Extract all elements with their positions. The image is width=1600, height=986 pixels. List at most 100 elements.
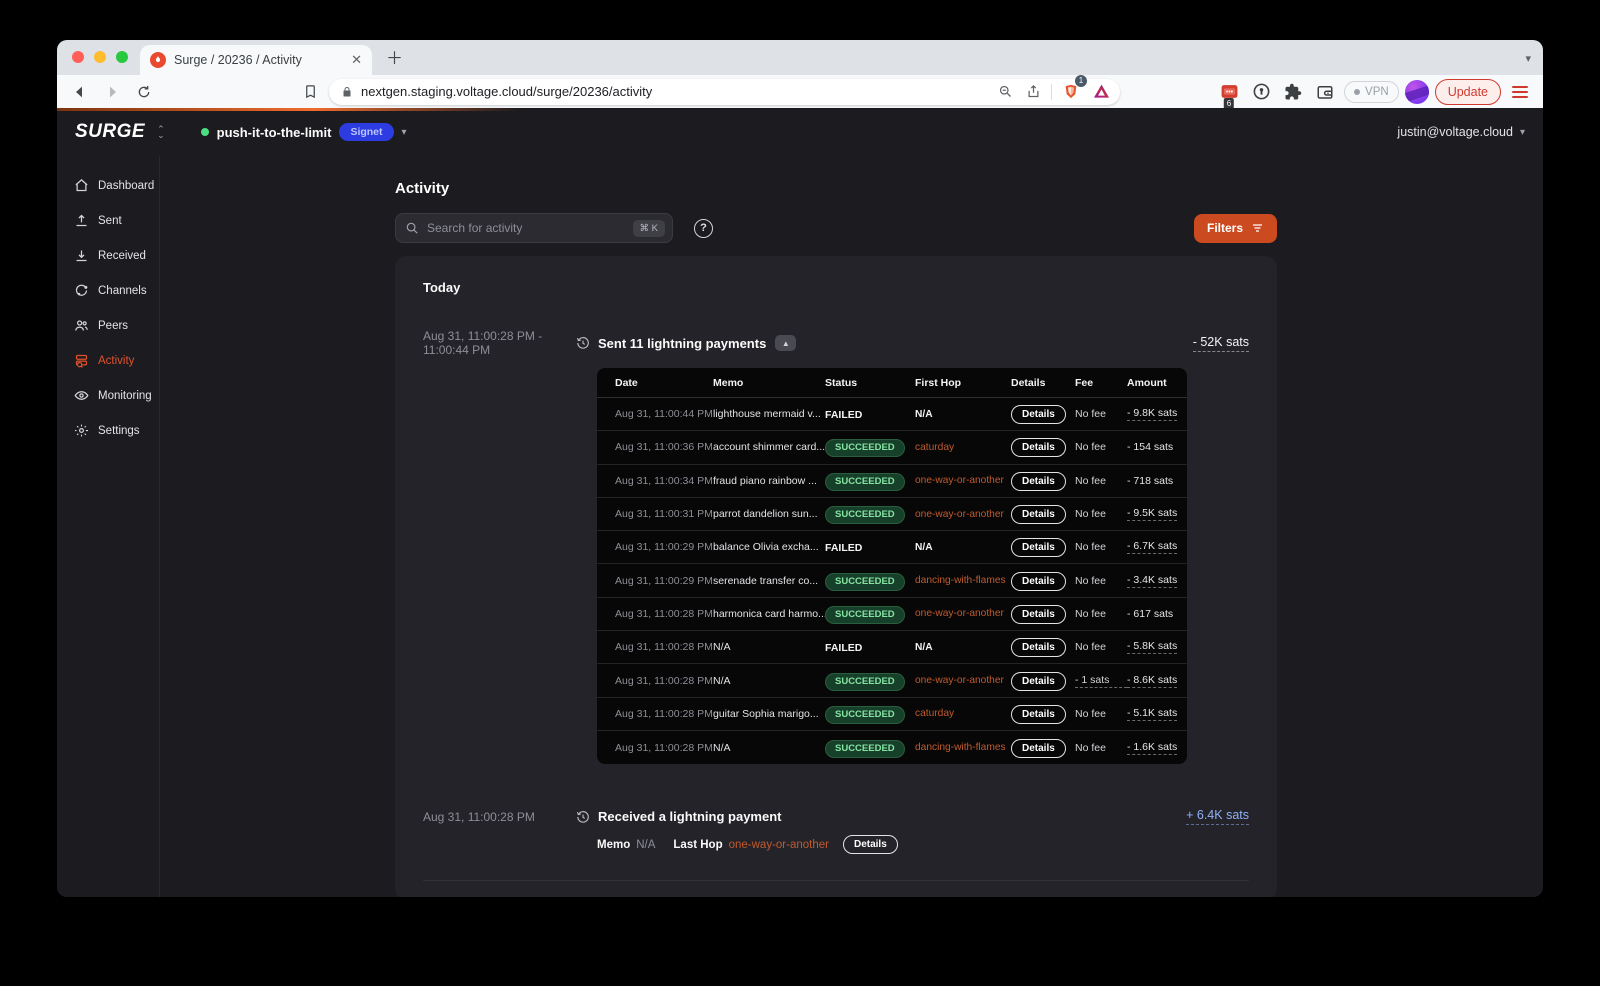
cell-first-hop[interactable]: dancing-with-flames <box>915 575 1011 586</box>
cell-amount[interactable]: - 5.1K sats <box>1127 707 1177 721</box>
help-icon[interactable]: ? <box>694 219 713 238</box>
wallet-icon[interactable] <box>1312 79 1338 105</box>
password-manager-icon[interactable]: 6 <box>1216 79 1242 105</box>
sidebar-item-received[interactable]: Received <box>57 238 159 273</box>
sidebar-collapse-icon[interactable]: ⌃⌄ <box>157 126 165 138</box>
zoom-window-button[interactable] <box>116 51 128 63</box>
details-button[interactable]: Details <box>1011 538 1066 557</box>
table-row[interactable]: Aug 31, 11:00:36 PM account shimmer card… <box>597 431 1187 464</box>
update-button[interactable]: Update <box>1435 79 1501 105</box>
sidebar-item-peers[interactable]: Peers <box>57 308 159 343</box>
col-header-memo: Memo <box>713 377 825 389</box>
table-row[interactable]: Aug 31, 11:00:29 PM serenade transfer co… <box>597 564 1187 597</box>
new-tab-button[interactable]: ＋ <box>386 44 403 69</box>
eye-icon <box>74 388 89 403</box>
bookmark-icon[interactable] <box>297 79 323 105</box>
details-button[interactable]: Details <box>843 835 898 854</box>
sidebar-item-dashboard[interactable]: Dashboard <box>57 168 159 203</box>
group-title: Received a lightning payment <box>598 809 782 824</box>
cell-first-hop[interactable]: caturday <box>915 708 1011 719</box>
cell-amount[interactable]: - 718 sats <box>1127 475 1173 487</box>
tab-close-icon[interactable]: ✕ <box>351 52 362 68</box>
node-selector[interactable]: push-it-to-the-limit Signet ▾ <box>201 123 407 141</box>
details-button[interactable]: Details <box>1011 705 1066 724</box>
surge-favicon <box>150 52 166 68</box>
url-bar[interactable]: nextgen.staging.voltage.cloud/surge/2023… <box>329 79 1120 105</box>
cell-fee: No fee <box>1075 508 1127 520</box>
minimize-window-button[interactable] <box>94 51 106 63</box>
details-button[interactable]: Details <box>1011 505 1066 524</box>
menu-icon[interactable] <box>1507 79 1533 105</box>
reload-icon[interactable] <box>131 79 157 105</box>
keyhole-lock-icon[interactable] <box>1248 79 1274 105</box>
cell-amount[interactable]: - 9.8K sats <box>1127 407 1177 421</box>
download-icon <box>74 248 89 263</box>
sidebar-item-monitoring[interactable]: Monitoring <box>57 378 159 413</box>
cell-date: Aug 31, 11:00:28 PM <box>615 608 713 620</box>
brave-rewards-icon[interactable] <box>1090 79 1112 105</box>
cell-amount[interactable]: - 8.6K sats <box>1127 674 1177 688</box>
brave-shield-icon[interactable]: 1 <box>1060 79 1082 105</box>
details-button[interactable]: Details <box>1011 605 1066 624</box>
group-amount[interactable]: + 6.4K sats <box>1186 808 1249 825</box>
cell-date: Aug 31, 11:00:29 PM <box>615 541 713 553</box>
browser-tab[interactable]: Surge / 20236 / Activity ✕ <box>140 45 372 75</box>
cell-memo: balance Olivia excha... <box>713 541 825 553</box>
cell-amount[interactable]: - 6.7K sats <box>1127 540 1177 554</box>
account-menu[interactable]: justin@voltage.cloud ▾ <box>1397 125 1525 139</box>
search-box[interactable]: ⌘ K <box>395 213 673 243</box>
table-row[interactable]: Aug 31, 11:00:28 PM guitar Sophia marigo… <box>597 698 1187 731</box>
details-button[interactable]: Details <box>1011 739 1066 758</box>
sidebar-item-label: Monitoring <box>98 390 152 402</box>
table-row[interactable]: Aug 31, 11:00:28 PM N/A FAILED N/A Detai… <box>597 631 1187 664</box>
zoom-out-icon[interactable] <box>995 79 1015 105</box>
table-row[interactable]: Aug 31, 11:00:31 PM parrot dandelion sun… <box>597 498 1187 531</box>
cell-amount[interactable]: - 1.6K sats <box>1127 741 1177 755</box>
cell-first-hop[interactable]: one-way-or-another <box>915 509 1011 520</box>
search-input[interactable] <box>427 221 625 235</box>
table-row[interactable]: Aug 31, 11:00:28 PM N/A SUCCEEDED dancin… <box>597 731 1187 764</box>
collapse-toggle-button[interactable]: ▲ <box>775 335 796 351</box>
details-button[interactable]: Details <box>1011 572 1066 591</box>
cell-date: Aug 31, 11:00:28 PM <box>615 641 713 653</box>
forward-icon[interactable] <box>99 79 125 105</box>
details-button[interactable]: Details <box>1011 438 1066 457</box>
cell-first-hop[interactable]: one-way-or-another <box>915 608 1011 619</box>
cell-first-hop[interactable]: one-way-or-another <box>915 675 1011 686</box>
sidebar-item-activity[interactable]: Activity <box>57 343 159 378</box>
last-hop-value[interactable]: one-way-or-another <box>729 839 829 851</box>
details-button[interactable]: Details <box>1011 405 1066 424</box>
cell-amount[interactable]: - 5.8K sats <box>1127 640 1177 654</box>
sidebar-item-settings[interactable]: Settings <box>57 413 159 448</box>
status-badge: SUCCEEDED <box>825 506 905 524</box>
filters-button[interactable]: Filters <box>1194 214 1277 243</box>
tab-search-chevron-icon[interactable]: ▾ <box>1525 52 1531 65</box>
cell-amount[interactable]: - 9.5K sats <box>1127 507 1177 521</box>
details-button[interactable]: Details <box>1011 672 1066 691</box>
table-row[interactable]: Aug 31, 11:00:29 PM balance Olivia excha… <box>597 531 1187 564</box>
sidebar: Dashboard Sent Received Channels Peers <box>57 156 160 897</box>
table-row[interactable]: Aug 31, 11:00:28 PM N/A SUCCEEDED one-wa… <box>597 664 1187 697</box>
sidebar-item-channels[interactable]: Channels <box>57 273 159 308</box>
share-icon[interactable] <box>1023 79 1043 105</box>
table-row[interactable]: Aug 31, 11:00:44 PM lighthouse mermaid v… <box>597 398 1187 431</box>
back-icon[interactable] <box>67 79 93 105</box>
puzzle-icon[interactable] <box>1280 79 1306 105</box>
cell-amount[interactable]: - 617 sats <box>1127 608 1173 620</box>
details-button[interactable]: Details <box>1011 472 1066 491</box>
gear-icon <box>74 423 89 438</box>
close-window-button[interactable] <box>72 51 84 63</box>
table-row[interactable]: Aug 31, 11:00:28 PM harmonica card harmo… <box>597 598 1187 631</box>
group-amount[interactable]: - 52K sats <box>1193 335 1249 352</box>
profile-avatar[interactable] <box>1405 80 1429 104</box>
vpn-button[interactable]: VPN <box>1344 81 1399 103</box>
cell-first-hop[interactable]: dancing-with-flames <box>915 742 1011 753</box>
cell-first-hop[interactable]: one-way-or-another <box>915 475 1011 486</box>
sidebar-item-sent[interactable]: Sent <box>57 203 159 238</box>
upload-icon <box>74 213 89 228</box>
cell-amount[interactable]: - 154 sats <box>1127 441 1173 453</box>
cell-first-hop[interactable]: caturday <box>915 442 1011 453</box>
cell-amount[interactable]: - 3.4K sats <box>1127 574 1177 588</box>
table-row[interactable]: Aug 31, 11:00:34 PM fraud piano rainbow … <box>597 465 1187 498</box>
details-button[interactable]: Details <box>1011 638 1066 657</box>
